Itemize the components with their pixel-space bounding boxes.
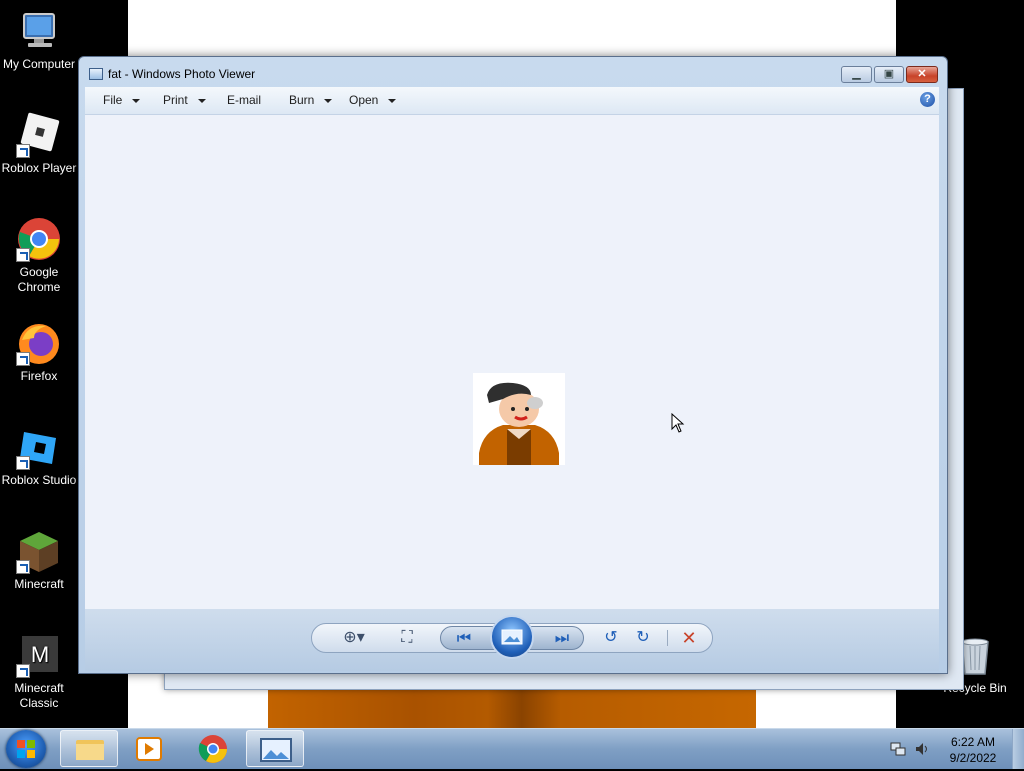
next-button[interactable]: ⏭: [547, 625, 577, 653]
desktop-icon-google-chrome[interactable]: Google Chrome: [0, 208, 78, 295]
shortcut-arrow-icon: [16, 456, 30, 470]
network-icon[interactable]: [890, 741, 906, 757]
desktop-background-image-bottom: [268, 688, 756, 728]
menu-label: Open: [349, 93, 379, 107]
separator: [667, 630, 668, 646]
clock-time: 6:22 AM: [950, 735, 996, 749]
roblox-icon: [16, 112, 62, 158]
menu-email[interactable]: E-mail: [227, 87, 261, 114]
chrome-icon: [198, 735, 227, 763]
desktop-icon-my-computer[interactable]: My Computer: [0, 0, 78, 72]
title-bar[interactable]: fat - Windows Photo Viewer ▁ ▣ ✕: [79, 57, 947, 87]
rotate-clockwise-button[interactable]: ↻: [628, 624, 658, 652]
roblox-studio-icon: [16, 424, 62, 470]
menu-print[interactable]: Print: [163, 87, 206, 114]
folder-icon: [76, 740, 104, 760]
maximize-icon: ▣: [883, 68, 895, 80]
slideshow-button[interactable]: [490, 615, 534, 659]
mouse-cursor-icon: [671, 413, 685, 433]
chevron-down-icon: [388, 98, 397, 103]
svg-text:M: M: [31, 642, 49, 667]
close-button[interactable]: ✕: [906, 66, 938, 83]
desktop-icon-label: Google Chrome: [17, 265, 61, 294]
chevron-down-icon: [132, 98, 141, 103]
shortcut-arrow-icon: [16, 560, 30, 574]
previous-button[interactable]: ⏮: [449, 625, 479, 653]
computer-icon: [16, 8, 62, 54]
menu-bar: File Print E-mail Burn Open ?: [85, 87, 939, 115]
desktop-icon-label: Firefox: [20, 369, 58, 383]
zoom-button[interactable]: ⊕▾: [336, 624, 372, 652]
photo-viewer-icon: [260, 738, 292, 762]
previous-icon: ⏮: [456, 630, 472, 647]
next-icon: ⏭: [554, 630, 570, 647]
window-title: fat - Windows Photo Viewer: [108, 67, 256, 81]
shortcut-arrow-icon: [16, 144, 30, 158]
photo-viewer-app-icon: [89, 68, 103, 80]
windows-logo-icon: [17, 740, 35, 758]
actual-size-button[interactable]: ⛶: [392, 624, 422, 652]
playback-controls: ⊕▾ ⛶ ⏮ ⏭ ↺ ↻ ✕: [311, 615, 713, 659]
zoom-in-icon: ⊕▾: [343, 629, 365, 646]
slideshow-icon: [501, 629, 523, 645]
maximize-button[interactable]: ▣: [874, 66, 904, 83]
menu-label: File: [103, 93, 123, 107]
menu-label: Print: [163, 93, 188, 107]
system-clock[interactable]: 6:22 AM 9/2/2022: [944, 734, 1002, 766]
shortcut-arrow-icon: [16, 248, 30, 262]
delete-icon: ✕: [681, 628, 697, 648]
desktop-icon-firefox[interactable]: Firefox: [0, 312, 78, 384]
menu-burn[interactable]: Burn: [289, 87, 333, 114]
show-desktop-button[interactable]: [1012, 729, 1024, 769]
minimize-icon: ▁: [852, 68, 861, 80]
volume-icon[interactable]: [914, 741, 930, 757]
photo-viewer-window[interactable]: fat - Windows Photo Viewer ▁ ▣ ✕ File Pr…: [78, 56, 948, 674]
menu-open[interactable]: Open: [349, 87, 397, 114]
desktop-icon-label: Roblox Player: [1, 161, 77, 175]
menu-label: E-mail: [227, 93, 262, 107]
menu-file[interactable]: File: [103, 87, 141, 114]
firefox-icon: [16, 320, 62, 366]
desktop-icon-label: My Computer: [2, 57, 76, 71]
delete-button[interactable]: ✕: [674, 624, 704, 652]
desktop-icon-label: Roblox Studio: [1, 473, 77, 487]
chrome-icon: [16, 216, 62, 262]
taskbar-explorer[interactable]: [60, 730, 118, 767]
clock-date: 9/2/2022: [949, 751, 997, 765]
chevron-down-icon: [197, 98, 206, 103]
desktop-icon-roblox-studio[interactable]: Roblox Studio: [0, 416, 78, 488]
desktop-icon-label: Minecraft Classic: [14, 681, 64, 710]
taskbar-photo-viewer[interactable]: [246, 730, 304, 767]
minecraft-classic-icon: M: [16, 632, 62, 678]
help-icon: ?: [924, 93, 931, 105]
shortcut-arrow-icon: [16, 352, 30, 366]
taskbar: 6:22 AM 9/2/2022: [0, 728, 1024, 769]
chevron-down-icon: [324, 98, 333, 103]
actual-size-icon: ⛶: [401, 629, 413, 646]
minimize-button[interactable]: ▁: [841, 66, 872, 83]
help-button[interactable]: ?: [920, 92, 935, 107]
rotate-left-icon: ↺: [604, 629, 618, 646]
minecraft-icon: [16, 528, 62, 574]
desktop-icon-label: Minecraft: [14, 577, 64, 591]
image-viewport[interactable]: [85, 115, 939, 609]
control-bar: ⊕▾ ⛶ ⏮ ⏭ ↺ ↻ ✕: [85, 609, 939, 671]
shortcut-arrow-icon: [16, 664, 30, 678]
cartoon-person-image: [473, 373, 565, 465]
desktop-icon-minecraft-classic[interactable]: M Minecraft Classic: [0, 624, 78, 711]
taskbar-media-player[interactable]: [120, 730, 178, 767]
media-player-icon: [136, 737, 162, 761]
desktop-icon-minecraft[interactable]: Minecraft: [0, 520, 78, 592]
menu-label: Burn: [289, 93, 315, 107]
displayed-photo: [473, 373, 565, 465]
start-button[interactable]: [6, 730, 46, 768]
rotate-counterclockwise-button[interactable]: ↺: [596, 624, 626, 652]
taskbar-chrome[interactable]: [184, 730, 242, 767]
desktop-icon-roblox-player[interactable]: Roblox Player: [0, 104, 78, 176]
rotate-right-icon: ↻: [636, 629, 650, 646]
close-icon: ✕: [917, 68, 927, 80]
